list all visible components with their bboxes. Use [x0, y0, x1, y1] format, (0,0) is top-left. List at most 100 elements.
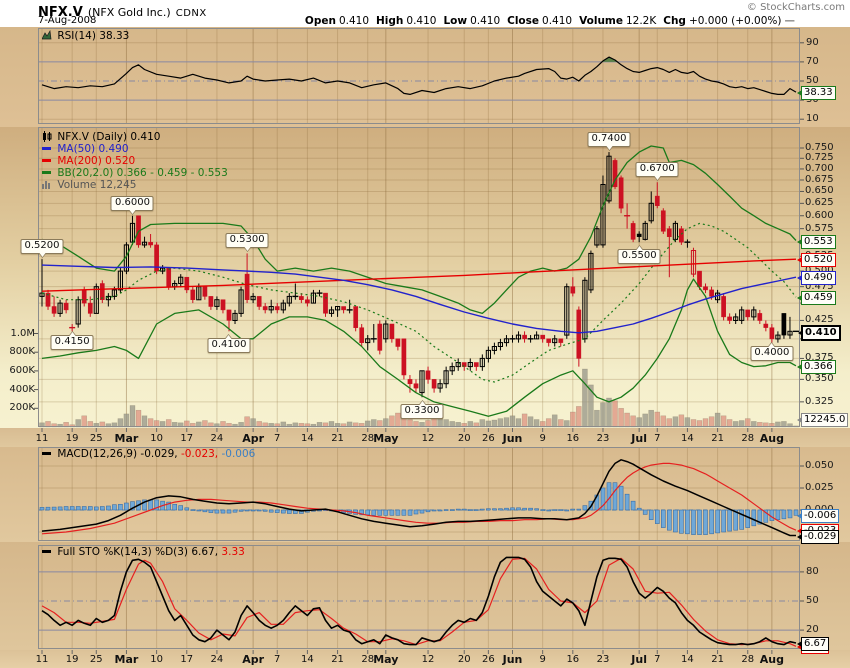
sto-legend-value-d: 3.33	[218, 546, 245, 558]
macd-histogram-bar	[88, 507, 92, 511]
candle-body	[263, 307, 267, 310]
macd-histogram-bar	[402, 510, 406, 515]
volume-bar	[631, 416, 636, 427]
macd-histogram-bar	[782, 510, 786, 519]
rsi-axis-label: 10	[806, 114, 819, 124]
macd-histogram-bar	[511, 508, 515, 510]
quote-label: Chg	[663, 15, 686, 27]
ma50-line-icon	[42, 147, 51, 150]
macd-histogram-bar	[535, 509, 539, 510]
macd-histogram-bar	[456, 509, 460, 510]
quote-label: Open	[305, 15, 336, 27]
volume-bar	[528, 417, 533, 427]
bb-legend-label: BB(20,2.0) 0.366 - 0.459 - 0.553	[57, 167, 227, 179]
volume-bar	[613, 401, 618, 427]
macd-histogram-bar	[529, 508, 533, 510]
volume-bar	[130, 406, 135, 428]
macd-histogram-bar	[559, 510, 563, 511]
date-tick-label: 21	[331, 433, 344, 444]
volume-bar	[667, 419, 672, 427]
quote-value: 0.410	[406, 15, 436, 27]
candle-body	[360, 328, 364, 343]
price-annotation: 0.4100	[207, 338, 250, 353]
volume-bar	[492, 420, 497, 427]
date-tick-label: 11	[36, 433, 49, 444]
macd-histogram-bar	[58, 507, 62, 510]
volume-bar	[142, 416, 147, 427]
candle-body	[64, 303, 68, 310]
macd-legend-value-3: -0.006	[218, 448, 255, 460]
rsi-legend: RSI(14) 38.33	[42, 30, 129, 42]
date-tick-label: 7	[654, 654, 660, 665]
date-tick-label: Jun	[503, 433, 523, 444]
sto-line-icon	[42, 550, 51, 553]
candle-body	[770, 328, 774, 339]
date-tick-label: Mar	[115, 433, 139, 444]
candle-body	[227, 310, 231, 321]
volume-bar	[643, 414, 648, 427]
macd-histogram-bar	[788, 510, 792, 518]
price-axis-label: 0.425	[805, 315, 834, 325]
date-tick-label: 11	[36, 654, 49, 665]
date-tick-label: 21	[331, 654, 344, 665]
volume-bar	[371, 420, 376, 428]
date-tick-label: 9	[539, 654, 545, 665]
macd-histogram-bar	[384, 510, 388, 515]
candle-body	[323, 293, 327, 313]
price-value-box: 0.490	[801, 271, 836, 285]
volume-bar	[715, 413, 720, 427]
price-value-box: 0.410	[801, 325, 841, 341]
price-annotation: 0.4000	[750, 346, 793, 361]
volume-bar	[685, 418, 690, 427]
macd-histogram-bar	[239, 510, 243, 511]
date-tick-label: 7	[274, 433, 280, 444]
volume-bar	[637, 418, 642, 427]
macd-histogram-bar	[468, 510, 472, 511]
volume-bar	[601, 403, 606, 427]
price-axis-label: 0.350	[805, 374, 834, 384]
macd-histogram-bar	[710, 510, 714, 534]
date-tick-label: 21	[711, 654, 724, 665]
volume-bar	[661, 416, 666, 427]
date-tick-label: 28	[741, 654, 754, 665]
price-axis-label: 0.325	[805, 397, 834, 407]
candlestick-icon	[42, 131, 52, 142]
macd-histogram-bar	[149, 500, 153, 510]
date-tick-label: 28	[361, 433, 374, 444]
macd-histogram-bar	[571, 509, 575, 510]
volume-axis-label: 1.0M	[2, 329, 35, 339]
date-tick-label: May	[373, 654, 398, 665]
volume-axis-label: 600K	[2, 366, 35, 376]
macd-histogram-bar	[420, 510, 424, 513]
date-tick-label: 14	[301, 433, 314, 444]
candle-body	[52, 307, 56, 314]
macd-histogram-bar	[619, 486, 623, 510]
macd-histogram-bar	[486, 509, 490, 510]
macd-histogram-bar	[704, 510, 708, 535]
candle-body	[523, 335, 527, 339]
price-value-box: 0.520	[801, 253, 836, 267]
macd-legend-value-1: MACD(12,26,9) -0.029,	[57, 448, 177, 460]
macd-histogram-bar	[541, 510, 545, 511]
date-tick-label: 17	[180, 654, 193, 665]
candle-body	[764, 324, 768, 328]
volume-bar	[570, 412, 575, 427]
stockcharts-chart: NFX.V (NFX Gold Inc.) CDNX 7-Aug-2008 © …	[0, 0, 850, 668]
candle-body	[728, 317, 732, 321]
rsi-axis-label: 90	[806, 38, 819, 48]
indicator-icon	[42, 30, 52, 40]
macd-line-icon	[42, 452, 51, 455]
macd-histogram-bar	[637, 508, 641, 510]
macd-histogram-bar	[625, 494, 629, 510]
bb-line-icon	[42, 171, 51, 174]
macd-histogram-bar	[197, 510, 201, 511]
volume-bar	[124, 414, 129, 427]
candle-body	[354, 307, 358, 328]
macd-axis-label: 0.025	[805, 483, 834, 493]
candle-body	[426, 371, 430, 380]
candle-body	[82, 290, 86, 303]
price-annotation: 0.6000	[111, 196, 154, 211]
volume-bar	[552, 415, 557, 427]
date-tick-label: 14	[681, 654, 694, 665]
date-tick-label: 28	[741, 433, 754, 444]
